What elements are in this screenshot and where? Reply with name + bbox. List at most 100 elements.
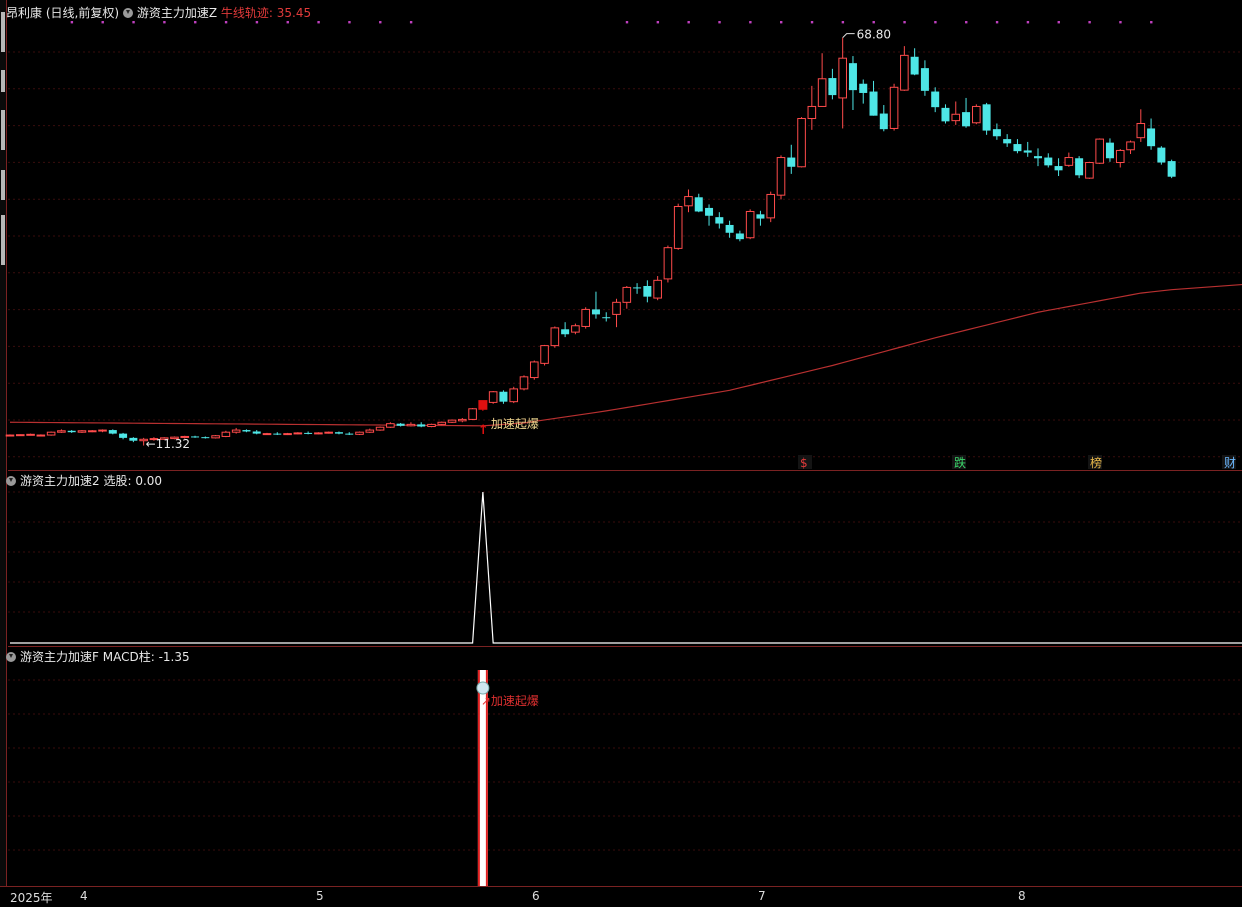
top-signal-dot bbox=[194, 21, 197, 24]
rocket-icon bbox=[476, 681, 490, 695]
candle-body bbox=[108, 430, 117, 434]
selection-indicator-name[interactable]: 游资主力加速2 bbox=[20, 474, 100, 488]
indicator-settings-icon[interactable] bbox=[122, 8, 133, 18]
candle-body bbox=[1013, 144, 1022, 152]
candle-body bbox=[1157, 147, 1166, 163]
low-price-label: ←11.32 bbox=[146, 437, 190, 451]
candle-body bbox=[365, 429, 375, 433]
top-signal-dot bbox=[163, 21, 166, 24]
candle-body bbox=[478, 400, 488, 410]
candle-body bbox=[447, 419, 457, 423]
candle-body bbox=[396, 423, 405, 426]
candle-body bbox=[345, 433, 354, 435]
candle-body bbox=[283, 433, 292, 436]
macd-signal-label: ↗加速起爆 bbox=[481, 694, 539, 708]
top-signal-dot bbox=[1026, 21, 1030, 24]
candle-body bbox=[787, 157, 796, 167]
top-signal-dot bbox=[718, 21, 721, 24]
high-marker-line bbox=[842, 33, 855, 38]
selection-chart[interactable] bbox=[0, 470, 1242, 646]
candle-body bbox=[509, 388, 519, 403]
indicator-name[interactable]: 游资主力加速Z bbox=[137, 6, 217, 20]
macd-indicator-name[interactable]: 游资主力加速F bbox=[20, 650, 99, 664]
candle-body bbox=[1126, 141, 1135, 151]
candle-body bbox=[5, 434, 15, 437]
axis-month-4: 4 bbox=[80, 889, 88, 903]
candle-body bbox=[684, 196, 693, 207]
candle-body bbox=[406, 423, 416, 427]
candle-body bbox=[972, 105, 981, 124]
candle-body bbox=[982, 104, 991, 131]
candle-body bbox=[540, 345, 549, 364]
price-chart[interactable]: 68.80 ←11.32 ↑ 加速起爆 $ 跌 榜 财 bbox=[0, 0, 1242, 470]
top-signal-dot bbox=[841, 21, 845, 24]
selection-settings-icon[interactable] bbox=[6, 476, 16, 486]
candle-body bbox=[77, 430, 87, 433]
top-signal-dot bbox=[132, 21, 135, 24]
candle-body bbox=[1034, 156, 1042, 159]
candle-body bbox=[57, 430, 66, 433]
candle-body bbox=[797, 118, 806, 168]
candle-body bbox=[314, 432, 323, 435]
candle-body bbox=[756, 214, 765, 219]
candle-body bbox=[1115, 149, 1125, 164]
candle-body bbox=[879, 113, 888, 130]
candle-body bbox=[941, 107, 950, 122]
candle-body bbox=[221, 431, 231, 437]
candle-body bbox=[1147, 128, 1156, 147]
candle-body bbox=[211, 435, 220, 439]
candle-body bbox=[951, 113, 961, 122]
top-signal-dot bbox=[965, 21, 968, 24]
top-signal-dot bbox=[1150, 21, 1153, 24]
candle-body bbox=[1136, 122, 1146, 139]
candle-body bbox=[663, 247, 673, 280]
candle-body bbox=[129, 437, 138, 441]
top-signal-dot bbox=[749, 21, 752, 24]
selection-legend: 游资主力加速2 选股: 0.00 bbox=[6, 472, 162, 489]
event-tag: $ bbox=[800, 456, 808, 470]
candle-body bbox=[1044, 157, 1053, 166]
candle-body bbox=[386, 423, 395, 428]
candle-body bbox=[828, 78, 837, 96]
candle-body bbox=[417, 424, 426, 427]
candle-body bbox=[1105, 142, 1114, 159]
top-signal-dot bbox=[101, 21, 104, 24]
candle-body bbox=[1023, 150, 1032, 153]
axis-month-8: 8 bbox=[1018, 889, 1026, 903]
candle-body bbox=[262, 433, 272, 436]
axis-month-5: 5 bbox=[316, 889, 324, 903]
axis-month-6: 6 bbox=[532, 889, 540, 903]
macd-legend: 游资主力加速F MACD柱: -1.35 bbox=[6, 648, 190, 665]
candle-body bbox=[499, 391, 508, 402]
candle-body bbox=[612, 301, 621, 315]
candle-body bbox=[242, 430, 251, 432]
top-signal-dot bbox=[625, 21, 629, 24]
macd-settings-icon[interactable] bbox=[6, 652, 16, 662]
top-signal-dot bbox=[1088, 21, 1091, 24]
candle-body bbox=[98, 429, 107, 432]
candle-body bbox=[427, 423, 436, 428]
top-signal-dot bbox=[995, 21, 999, 24]
top-signal-dot bbox=[810, 21, 814, 24]
selection-value: 选股: 0.00 bbox=[103, 474, 163, 488]
macd-chart[interactable]: ↗加速起爆 bbox=[0, 646, 1242, 886]
candle-body bbox=[622, 286, 632, 303]
candle-body bbox=[273, 433, 282, 435]
top-signal-dot bbox=[656, 21, 660, 24]
candle-body bbox=[838, 57, 847, 99]
top-signal-dot bbox=[1057, 21, 1060, 24]
candle-body bbox=[119, 433, 128, 438]
top-signal-dot bbox=[409, 21, 413, 24]
ma-value-label: 牛线轨迹: 35.45 bbox=[220, 6, 312, 20]
period-label: (日线,前复权) bbox=[45, 6, 120, 20]
candle-body bbox=[900, 54, 909, 91]
candle-body bbox=[633, 287, 642, 289]
candle-body bbox=[745, 210, 755, 239]
candle-body bbox=[715, 217, 724, 224]
candle-body bbox=[1085, 162, 1094, 179]
stock-name[interactable]: 昂利康 bbox=[6, 6, 42, 20]
candle-body bbox=[458, 418, 467, 422]
candle-body bbox=[1095, 138, 1104, 164]
candle-body bbox=[931, 91, 940, 108]
ma-line bbox=[9, 283, 1242, 427]
